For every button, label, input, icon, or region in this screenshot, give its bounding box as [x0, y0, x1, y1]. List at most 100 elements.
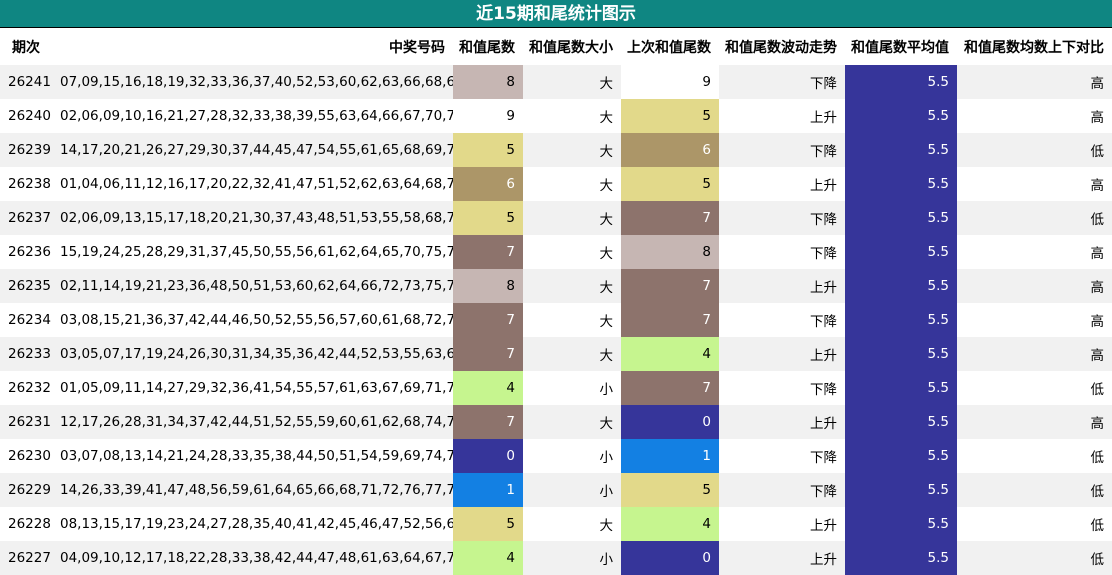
compare-cell: 低: [1090, 518, 1105, 534]
compare-cell: 低: [1090, 450, 1105, 466]
trend-cell: 上升: [719, 269, 845, 303]
compare-cell: 低: [957, 133, 1112, 167]
tail-cell: 5: [453, 133, 523, 167]
compare-cell: 低: [957, 473, 1112, 507]
size-cell: 小: [523, 473, 621, 507]
numbers-cell: 12,17,26,28,31,34,37,42,44,51,52,55,59,6…: [54, 405, 453, 439]
numbers-cell: 08,13,15,17,19,23,24,27,28,35,40,41,42,4…: [60, 516, 453, 532]
tail-cell: 6: [453, 167, 523, 201]
numbers-cell: 02,06,09,10,16,21,27,28,32,33,38,39,55,6…: [60, 108, 453, 124]
compare-cell: 高: [1090, 314, 1105, 330]
trend-cell: 下降: [810, 450, 837, 466]
compare-cell: 低: [1090, 382, 1105, 398]
issue-cell: 26234: [8, 312, 51, 328]
header-row: 期次 中奖号码 和值尾数 和值尾数大小 上次和值尾数 和值尾数波动走势 和值尾数…: [0, 28, 1112, 65]
tail-cell: 9: [453, 99, 523, 133]
prev-tail-cell: 0: [621, 541, 719, 575]
tail-cell: 1: [453, 473, 523, 507]
compare-cell: 高: [957, 405, 1112, 439]
numbers-cell: 02,11,14,19,21,23,36,48,50,51,53,60,62,6…: [54, 269, 453, 303]
header-size: 和值尾数大小: [529, 39, 613, 56]
table-row: 26229 14,26,33,39,41,47,48,56,59,61,64,65…: [0, 473, 1112, 507]
trend-cell: 下降: [810, 382, 837, 398]
prev-tail-cell: 8: [621, 235, 719, 269]
size-cell: 大: [523, 269, 621, 303]
prev-tail-cell: 9: [621, 65, 719, 99]
average-cell: 5.5: [845, 507, 957, 541]
trend-cell: 上升: [719, 405, 845, 439]
numbers-cell: 14,17,20,21,26,27,29,30,37,44,45,47,54,5…: [54, 133, 453, 167]
size-cell: 大: [523, 133, 621, 167]
tail-cell: 8: [453, 65, 523, 99]
table-row: 26235 02,11,14,19,21,23,36,48,50,51,53,60…: [0, 269, 1112, 303]
average-cell: 5.5: [845, 473, 957, 507]
issue-cell: 26236: [8, 244, 51, 260]
size-cell: 小: [599, 450, 614, 466]
size-cell: 大: [523, 65, 621, 99]
prev-tail-cell: 0: [621, 405, 719, 439]
stats-table: 期次 中奖号码 和值尾数 和值尾数大小 上次和值尾数 和值尾数波动走势 和值尾数…: [0, 28, 1112, 575]
numbers-cell: 03,07,08,13,14,21,24,28,33,35,38,44,50,5…: [60, 448, 453, 464]
issue-cell: 26239: [0, 133, 54, 167]
tail-cell: 7: [453, 235, 523, 269]
issue-cell: 26241: [0, 65, 54, 99]
issue-cell: 26227: [0, 541, 54, 575]
table-row: 26234 03,08,15,21,36,37,42,44,46,50,52,55…: [0, 303, 1112, 337]
table-row: 26239 14,17,20,21,26,27,29,30,37,44,45,47…: [0, 133, 1112, 167]
average-cell: 5.5: [845, 201, 957, 235]
size-cell: 大: [523, 405, 621, 439]
tail-cell: 8: [453, 269, 523, 303]
prev-tail-cell: 4: [621, 337, 719, 371]
tail-cell: 5: [453, 201, 523, 235]
prev-tail-cell: 5: [621, 99, 719, 133]
numbers-cell: 15,19,24,25,28,29,31,37,45,50,55,56,61,6…: [60, 244, 453, 260]
prev-tail-cell: 5: [621, 167, 719, 201]
tail-cell: 5: [453, 507, 523, 541]
average-cell: 5.5: [845, 303, 957, 337]
table-row: 26238 01,04,06,11,12,16,17,20,22,32,41,47…: [0, 167, 1112, 201]
prev-tail-cell: 7: [621, 303, 719, 337]
size-cell: 大: [523, 201, 621, 235]
trend-cell: 下降: [810, 246, 837, 262]
trend-cell: 下降: [719, 133, 845, 167]
issue-cell: 26233: [0, 337, 54, 371]
table-row: 26232 01,05,09,11,14,27,29,32,36,41,54,55…: [0, 371, 1112, 405]
table-row: 26240 02,06,09,10,16,21,27,28,32,33,38,39…: [0, 99, 1112, 133]
tail-cell: 7: [453, 303, 523, 337]
compare-cell: 高: [957, 269, 1112, 303]
compare-cell: 低: [957, 541, 1112, 575]
compare-cell: 高: [957, 337, 1112, 371]
size-cell: 大: [599, 314, 614, 330]
header-average: 和值尾数平均值: [851, 39, 949, 56]
table-row: 26227 04,09,10,12,17,18,22,28,33,38,42,44…: [0, 541, 1112, 575]
issue-cell: 26235: [0, 269, 54, 303]
numbers-cell: 01,04,06,11,12,16,17,20,22,32,41,47,51,5…: [60, 176, 453, 192]
header-trend: 和值尾数波动走势: [725, 39, 837, 56]
average-cell: 5.5: [845, 337, 957, 371]
trend-cell: 下降: [719, 201, 845, 235]
size-cell: 大: [599, 518, 614, 534]
header-prev-tail: 上次和值尾数: [627, 39, 711, 56]
numbers-cell: 03,05,07,17,19,24,26,30,31,34,35,36,42,4…: [54, 337, 453, 371]
page-title: 近15期和尾统计图示: [0, 0, 1112, 28]
average-cell: 5.5: [845, 99, 957, 133]
prev-tail-cell: 7: [621, 371, 719, 405]
issue-cell: 26238: [8, 176, 51, 192]
prev-tail-cell: 1: [621, 439, 719, 473]
trend-cell: 下降: [810, 314, 837, 330]
average-cell: 5.5: [845, 65, 957, 99]
trend-cell: 上升: [719, 337, 845, 371]
table-row: 26228 08,13,15,17,19,23,24,27,28,35,40,41…: [0, 507, 1112, 541]
average-cell: 5.5: [845, 541, 957, 575]
issue-cell: 26230: [8, 448, 51, 464]
average-cell: 5.5: [845, 371, 957, 405]
header-issue: 期次: [12, 39, 40, 56]
average-cell: 5.5: [845, 133, 957, 167]
numbers-cell: 07,09,15,16,18,19,32,33,36,37,40,52,53,6…: [54, 65, 453, 99]
table-row: 26237 02,06,09,13,15,17,18,20,21,30,37,43…: [0, 201, 1112, 235]
average-cell: 5.5: [845, 269, 957, 303]
header-compare: 和值尾数均数上下对比: [964, 39, 1104, 56]
trend-cell: 上升: [719, 541, 845, 575]
prev-tail-cell: 7: [621, 201, 719, 235]
issue-cell: 26228: [8, 516, 51, 532]
